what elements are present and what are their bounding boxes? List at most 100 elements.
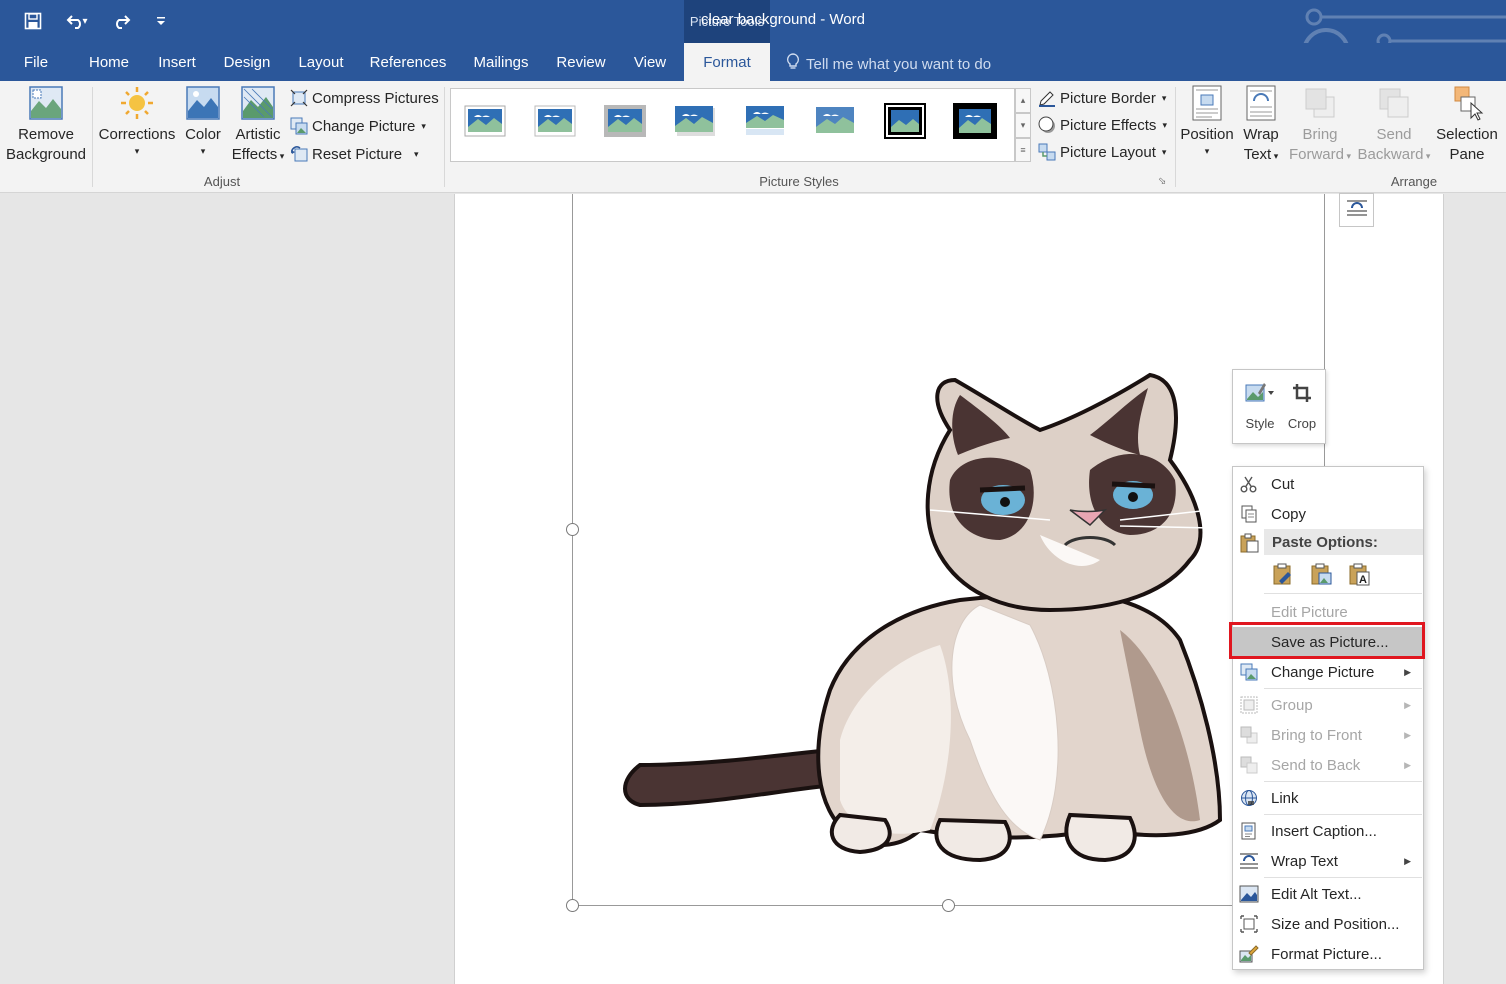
separator xyxy=(1175,87,1176,187)
ribbon-tab-row: File Home Insert Design Layout Reference… xyxy=(0,43,1506,81)
send-to-back-label: Send to Back xyxy=(1271,756,1361,774)
link-label: Link xyxy=(1271,789,1299,807)
remove-background-button[interactable]: Remove Background xyxy=(4,85,88,165)
effects-icon xyxy=(1038,116,1056,134)
picture-effects-button[interactable]: Picture Effects ▾ xyxy=(1038,113,1167,137)
resize-handle-bottom[interactable] xyxy=(942,899,955,912)
paste-options-row: A xyxy=(1271,561,1371,587)
picture-style-soft-edge[interactable] xyxy=(813,103,857,139)
picture-styles-gallery xyxy=(450,88,1015,162)
chevron-down-icon: ▾ xyxy=(421,120,426,131)
group-icon xyxy=(1239,695,1259,715)
menu-item-edit-alt-text[interactable]: Edit Alt Text... xyxy=(1233,879,1423,909)
menu-item-change-picture[interactable]: Change Picture ▶ xyxy=(1233,657,1423,687)
style-button[interactable]: Style xyxy=(1239,378,1281,431)
tab-layout[interactable]: Layout xyxy=(292,43,350,81)
svg-text:A: A xyxy=(1359,574,1367,586)
tab-review[interactable]: Review xyxy=(552,43,610,81)
menu-item-cut[interactable]: Cut xyxy=(1233,469,1423,499)
picture-style-metal-frame[interactable] xyxy=(603,103,647,139)
change-picture-button[interactable]: Change Picture ▾ xyxy=(290,114,426,138)
tab-insert[interactable]: Insert xyxy=(152,43,202,81)
menu-item-group[interactable]: Group ▶ xyxy=(1233,690,1423,720)
menu-item-send-to-back[interactable]: Send to Back ▶ xyxy=(1233,750,1423,780)
tell-me-placeholder: Tell me what you want to do xyxy=(806,55,992,73)
menu-item-size-and-position[interactable]: Size and Position... xyxy=(1233,909,1423,939)
position-button[interactable]: Position ▾ xyxy=(1179,85,1235,157)
tab-home[interactable]: Home xyxy=(82,43,136,81)
tab-format[interactable]: Format xyxy=(684,43,770,81)
cut-label: Cut xyxy=(1271,475,1295,493)
compress-pictures-label: Compress Pictures xyxy=(312,89,439,107)
picture-layout-icon xyxy=(1038,143,1056,161)
send-backward-button[interactable]: Send Backward ▾ xyxy=(1355,85,1433,166)
selection-pane-icon xyxy=(1449,85,1485,121)
picture-effects-label: Picture Effects xyxy=(1060,116,1157,134)
gallery-scroll-down-icon[interactable]: ▾ xyxy=(1015,113,1031,138)
copy-label: Copy xyxy=(1271,505,1307,523)
paste-picture-icon[interactable] xyxy=(1309,561,1333,587)
menu-separator xyxy=(1264,781,1422,782)
menu-item-copy[interactable]: Copy xyxy=(1233,499,1423,529)
menu-item-link[interactable]: Link xyxy=(1233,783,1423,813)
picture-style-reflected[interactable] xyxy=(743,103,787,139)
picture-layout-button[interactable]: Picture Layout ▾ xyxy=(1038,140,1166,164)
wrap-text-button[interactable]: Wrap Text ▾ xyxy=(1237,85,1285,166)
tab-mailings[interactable]: Mailings xyxy=(466,43,536,81)
color-button[interactable]: Color ▾ xyxy=(180,85,226,157)
paste-text-only-icon[interactable]: A xyxy=(1347,561,1371,587)
wrap-text-icon xyxy=(1239,851,1259,871)
picture-style-beveled-matte[interactable] xyxy=(533,103,577,139)
artistic-effects-label-1: Artistic xyxy=(235,126,281,143)
position-icon xyxy=(1189,85,1225,121)
menu-item-bring-to-front[interactable]: Bring to Front ▶ xyxy=(1233,720,1423,750)
compress-pictures-button[interactable]: Compress Pictures xyxy=(290,86,439,110)
tell-me-search[interactable]: Tell me what you want to do xyxy=(786,53,991,75)
gallery-scroll-up-icon[interactable]: ▴ xyxy=(1015,88,1031,113)
menu-item-format-picture[interactable]: Format Picture... xyxy=(1233,939,1423,969)
tab-references[interactable]: References xyxy=(366,43,450,81)
paste-options-header: Paste Options: xyxy=(1264,529,1423,555)
paste-keep-formatting-icon[interactable] xyxy=(1271,561,1295,587)
crop-button[interactable]: Crop xyxy=(1281,378,1323,431)
compress-icon xyxy=(290,89,308,107)
send-backward-label-1: Send xyxy=(1376,126,1412,143)
group-label-picture-styles: Picture Styles xyxy=(759,174,839,189)
resize-handle-bottom-left[interactable] xyxy=(566,899,579,912)
menu-item-insert-caption[interactable]: Insert Caption... xyxy=(1233,816,1423,846)
highlight-box-save-as-picture xyxy=(1229,622,1425,659)
chevron-right-icon: ▶ xyxy=(1404,855,1411,866)
tab-file[interactable]: File xyxy=(14,43,58,81)
chevron-down-icon: ▾ xyxy=(1204,146,1210,156)
dialog-launcher-icon[interactable]: ⬂ xyxy=(1158,176,1166,187)
context-menu: Cut Copy Paste Options: A Edit Picture S… xyxy=(1232,466,1424,970)
menu-item-wrap-text[interactable]: Wrap Text ▶ xyxy=(1233,846,1423,876)
reset-picture-button[interactable]: Reset Picture ▾ xyxy=(290,142,419,166)
wrap-text-label: Wrap Text xyxy=(1271,852,1338,870)
tab-design[interactable]: Design xyxy=(218,43,276,81)
crop-icon xyxy=(1281,378,1323,408)
layout-options-icon xyxy=(1346,198,1368,223)
resize-handle-left[interactable] xyxy=(566,523,579,536)
gallery-more-icon[interactable]: ≡ xyxy=(1015,138,1031,162)
picture-style-drop-shadow[interactable] xyxy=(673,103,717,139)
picture-style-double-frame-black[interactable] xyxy=(883,103,927,139)
bring-forward-button[interactable]: Bring Forward ▾ xyxy=(1287,85,1353,166)
pen-icon xyxy=(1038,89,1056,107)
picture-border-button[interactable]: Picture Border ▾ xyxy=(1038,86,1166,110)
change-picture-icon xyxy=(1239,662,1259,682)
picture-style-thick-matte-black[interactable] xyxy=(953,103,997,139)
grumpy-cat-picture[interactable] xyxy=(600,360,1240,880)
corrections-button[interactable]: Corrections ▾ xyxy=(96,85,178,157)
selection-pane-button[interactable]: Selection Pane xyxy=(1433,85,1501,165)
tab-view[interactable]: View xyxy=(626,43,674,81)
chevron-down-icon: ▾ xyxy=(1161,92,1167,103)
picture-border-label: Picture Border xyxy=(1060,89,1156,107)
artistic-effects-icon xyxy=(240,85,276,121)
mini-toolbar: Style Crop xyxy=(1232,369,1326,444)
picture-style-simple-frame-white[interactable] xyxy=(463,103,507,139)
artistic-effects-button[interactable]: Artistic Effects ▾ xyxy=(228,85,288,166)
layout-options-button[interactable] xyxy=(1339,193,1374,227)
color-label: Color xyxy=(185,126,221,143)
paste-icon xyxy=(1239,533,1259,558)
